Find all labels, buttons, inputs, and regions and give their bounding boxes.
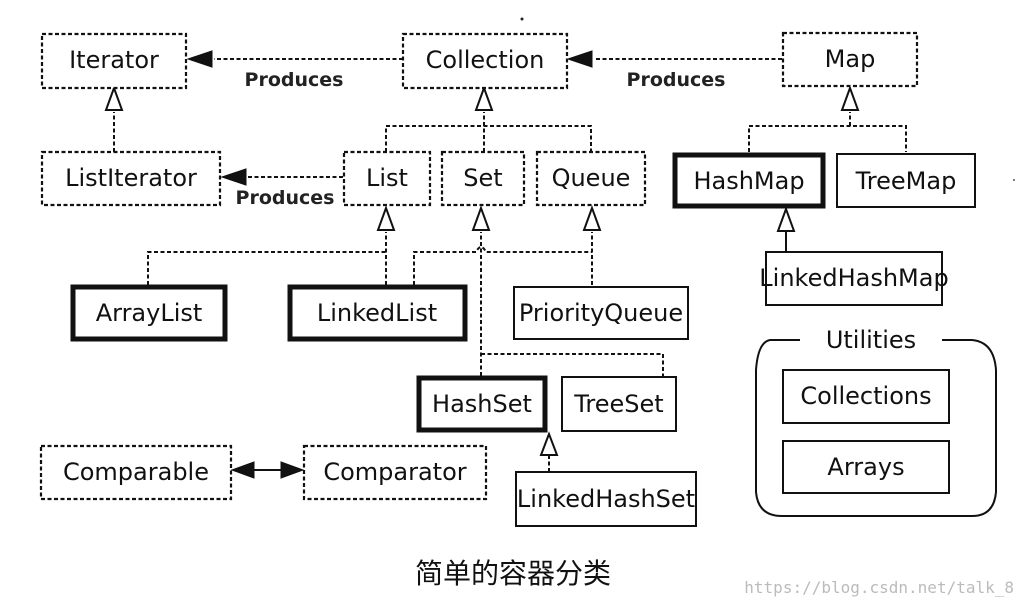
node-label: LinkedHashMap [759, 264, 948, 292]
edge-label-produces-collection: Produces [627, 69, 726, 91]
node-listiterator[interactable]: ListIterator [40, 150, 222, 207]
node-treemap[interactable]: TreeMap [836, 153, 976, 208]
node-label: ArrayList [96, 299, 203, 327]
node-comparable[interactable]: Comparable [39, 444, 233, 501]
node-label: Collections [800, 382, 931, 410]
node-label: TreeMap [855, 167, 957, 195]
node-label: Arrays [827, 453, 904, 481]
node-list[interactable]: List [342, 150, 432, 207]
node-set[interactable]: Set [440, 150, 526, 207]
hollow-arrow-icon [840, 85, 860, 111]
node-label: Set [463, 164, 502, 192]
filled-arrow-icon [220, 168, 247, 186]
node-label: List [366, 164, 408, 192]
node-label: LinkedHashSet [517, 485, 695, 513]
edge-label-produces-listiterator: Produces [236, 187, 335, 209]
utilities-group-label: Utilities [826, 326, 916, 354]
edge-linkedlist-queue [413, 246, 592, 285]
container-taxonomy-diagram: Produces Produces Produces Iterator Coll… [39, 17, 1015, 597]
node-label: HashSet [432, 390, 532, 418]
node-hashset[interactable]: HashSet [416, 375, 548, 433]
watermark-url: https://blog.csdn.net/talk_8 [744, 578, 1014, 597]
diagram-caption: 简单的容器分类 [415, 557, 611, 590]
node-label: TreeSet [573, 390, 663, 418]
node-treeset[interactable]: TreeSet [561, 376, 677, 432]
filled-arrow-icon [566, 50, 593, 68]
node-arrays[interactable]: Arrays [782, 440, 950, 494]
node-label: Collection [426, 46, 545, 74]
node-label: LinkedList [317, 299, 437, 327]
filled-arrow-icon [280, 461, 305, 479]
node-label: Iterator [69, 46, 159, 74]
node-label: PriorityQueue [519, 299, 683, 327]
hollow-arrow-icon [582, 205, 602, 231]
hollow-arrow-icon [474, 85, 494, 111]
node-linkedhashset[interactable]: LinkedHashSet [515, 471, 697, 527]
node-label: Comparable [63, 458, 209, 486]
node-linkedhashmap[interactable]: LinkedHashMap [759, 251, 949, 306]
hollow-arrow-icon [539, 431, 559, 456]
node-label: ListIterator [65, 164, 197, 192]
node-comparator[interactable]: Comparator [302, 444, 488, 501]
edge-sublists-collection [385, 125, 592, 152]
node-arraylist[interactable]: ArrayList [70, 284, 228, 342]
node-label: Map [825, 45, 876, 73]
node-label: HashMap [693, 167, 804, 195]
filled-arrow-icon [186, 50, 213, 68]
hollow-arrow-icon [471, 205, 491, 231]
node-iterator[interactable]: Iterator [40, 32, 188, 90]
node-collections[interactable]: Collections [782, 369, 950, 424]
scan-artifact-dot [520, 17, 524, 21]
node-queue[interactable]: Queue [535, 150, 647, 207]
node-linkedlist[interactable]: LinkedList [287, 284, 468, 342]
hollow-arrow-icon [776, 206, 796, 232]
hollow-arrow-icon [104, 85, 124, 111]
node-priorityqueue[interactable]: PriorityQueue [513, 286, 689, 340]
node-map[interactable]: Map [781, 31, 919, 88]
edge-maps-map [748, 125, 907, 152]
scan-artifact-dot [1013, 179, 1015, 181]
node-collection[interactable]: Collection [401, 32, 569, 90]
node-label: Comparator [323, 458, 466, 486]
hollow-arrow-icon [376, 205, 396, 231]
node-hashmap[interactable]: HashMap [672, 152, 826, 209]
node-label: Queue [552, 164, 631, 192]
filled-arrow-icon [230, 461, 255, 479]
edge-arraylist-list [147, 251, 386, 285]
edge-treeset-set [481, 353, 664, 376]
edge-label-produces-iterator: Produces [245, 69, 344, 91]
